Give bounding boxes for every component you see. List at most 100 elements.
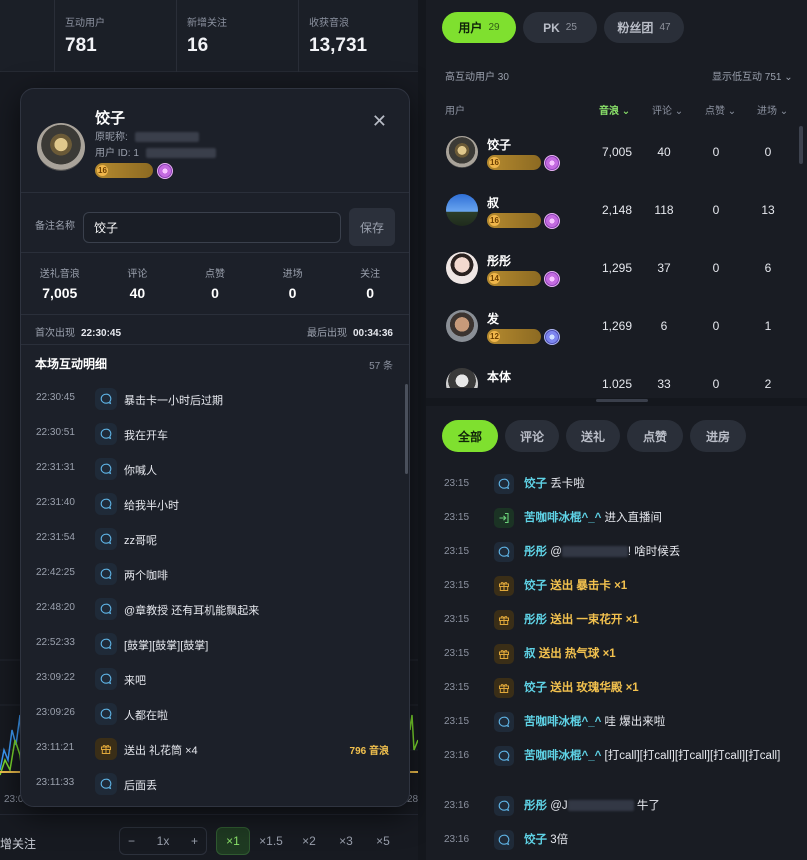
feed-item: 23:15 叔 送出 热气球 ×1 [426,642,807,676]
stat-follow: 关注 0 [331,253,409,314]
stat-enter: 进场 0 [254,253,332,314]
list-item: 22:30:51 我在开车 [21,417,409,452]
detail-time: 22:48:20 [36,602,75,613]
feed-message: 3倍 [550,834,569,846]
user-table[interactable]: 饺子 16 7,005 40 0 0 叔 16 2,148 118 0 13 彤彤 14 1,295 37 0 6… [426,126,796,388]
scrollbar[interactable] [799,126,803,164]
close-icon[interactable]: ✕ [372,111,387,132]
comment-icon [494,830,514,850]
column-header-gift[interactable]: 音浪 ⌄ [599,102,630,117]
feed-gift-action: 送出 暴击卡 ×1 [550,580,628,592]
filter-like[interactable]: 点赞 [627,420,683,452]
table-row[interactable]: 叔 16 2,148 118 0 13 [426,184,796,242]
stat-label: 进场 [282,269,303,280]
comment-icon [95,493,117,515]
feed-user-name[interactable]: 苦咖啡冰棍^_^ [524,750,601,762]
save-button[interactable]: 保存 [349,208,395,246]
feed-time: 23:16 [444,834,470,845]
feed-text: 叔 送出 热气球 ×1 [524,646,786,663]
show-low-toggle[interactable]: 显示低互动 751 ⌄ [712,68,793,83]
table-row[interactable]: 发 12 1,269 6 0 1 [426,300,796,358]
detail-text: 两个咖啡 [124,570,168,582]
table-row[interactable]: 彤彤 14 1,295 37 0 6 [426,242,796,300]
detail-count: 57 条 [369,361,393,372]
column-header-label: 点赞 [705,106,725,117]
scrollbar[interactable] [405,384,408,474]
feed-text: 饺子 送出 暴击卡 ×1 [524,578,786,595]
detail-time: 23:09:22 [36,672,75,683]
column-header-comment[interactable]: 评论 ⌄ [652,102,683,117]
resize-handle[interactable] [596,399,648,402]
tab-label: 粉丝团 [617,21,654,35]
speed-3x-button[interactable]: ×3 [329,827,363,855]
filter-gift[interactable]: 送礼 [566,420,620,452]
feed-user-name[interactable]: 苦咖啡冰棍^_^ [524,512,601,524]
user-name: 饺子 [487,138,512,152]
gem-icon [544,328,560,345]
feed-user-name[interactable]: 苦咖啡冰棍^_^ [524,716,601,728]
column-header-like[interactable]: 点赞 ⌄ [705,102,736,117]
speed-1x-button[interactable]: ×1 [216,827,250,855]
stat-like: 点赞 0 [176,253,254,314]
feed-item: 23:16 饺子 3倍 [426,828,807,860]
list-item: 22:42:25 两个咖啡 [21,557,409,592]
gem-icon [544,212,560,229]
tab-pk[interactable]: PK 25 [523,12,597,43]
detail-text: @章教授 还有耳机能飘起来 [124,605,260,617]
plus-icon[interactable]: + [191,834,198,848]
stat-label: 送礼音浪 [39,269,80,280]
speed-2x-button[interactable]: ×2 [292,827,326,855]
fan-level-badge: 16 [487,213,541,229]
filter-all[interactable]: 全部 [442,420,498,452]
last-seen-value: 00:34:36 [352,328,393,339]
table-row[interactable]: 饺子 16 7,005 40 0 0 [426,126,796,184]
user-detail-modal: 饺子 原昵称: 用户 ID: 1 16 ✕ 备注名称 保存 送礼音浪 7,005 … [20,88,410,807]
feed-user-name[interactable]: 饺子 [524,682,547,694]
detail-list[interactable]: 22:30:45 暴击卡一小时后过期 22:30:51 我在开车 22:31:31 你喊人… [21,382,409,806]
feed-user-name[interactable]: 彤彤 [524,800,547,812]
feed-user-name[interactable]: 饺子 [524,478,547,490]
stat-label: 关注 [360,269,381,280]
remark-label: 备注名称 [35,221,75,232]
feed-text: 彤彤 @J 牛了 [524,798,786,815]
speed-stepper[interactable]: − 1x + [119,827,207,855]
feed-text: 苦咖啡冰棍^_^ [打call][打call][打call][打call][打c… [524,748,786,765]
user-name: 发 [487,312,500,326]
remark-input[interactable] [83,212,341,243]
speed-5x-button[interactable]: ×5 [366,827,400,855]
avatar [446,368,478,388]
feed-item: 23:15 饺子 送出 暴击卡 ×1 [426,574,807,608]
feed-time: 23:15 [444,546,470,557]
avatar [446,310,478,342]
feed-user-name[interactable]: 饺子 [524,580,547,592]
feed-user-name[interactable]: 叔 [524,648,536,660]
stat-income: 收获音浪 13,731 [298,0,418,72]
filter-comment[interactable]: 评论 [505,420,559,452]
table-row[interactable]: 本体 1,025 33 0 2 [426,358,796,388]
tab-users[interactable]: 用户 29 [442,12,516,43]
feed-user-name[interactable]: 彤彤 [524,614,547,626]
speed-1-5x-button[interactable]: ×1.5 [254,827,288,855]
stat-value: 13,731 [309,35,368,56]
cell-comment: 40 [657,145,671,159]
last-seen: 最后出现 00:34:36 [307,324,393,339]
tab-count: 47 [659,22,671,33]
stat-value: 781 [65,35,97,56]
enter-icon [494,508,514,528]
tab-fan-club[interactable]: 粉丝团 47 [604,12,684,43]
stat-value: 0 [211,285,219,301]
feed-user-name[interactable]: 饺子 [524,834,547,846]
feed-user-name[interactable]: 彤彤 [524,546,547,558]
feed-time: 23:16 [444,750,470,761]
avatar [37,123,85,171]
minus-icon[interactable]: − [128,834,135,848]
fan-level-badge: 14 [487,271,541,287]
filter-enter[interactable]: 进房 [690,420,746,452]
feed-text: 苦咖啡冰棍^_^ 哇 爆出来啦 [524,714,786,731]
tab-count: 25 [565,22,577,33]
list-item: 23:09:26 人都在啦 [21,697,409,732]
user-name: 本体 [487,370,512,384]
detail-time: 22:30:51 [36,427,75,438]
cell-gift: 1,025 [601,377,633,388]
column-header-enter[interactable]: 进场 ⌄ [757,102,788,117]
